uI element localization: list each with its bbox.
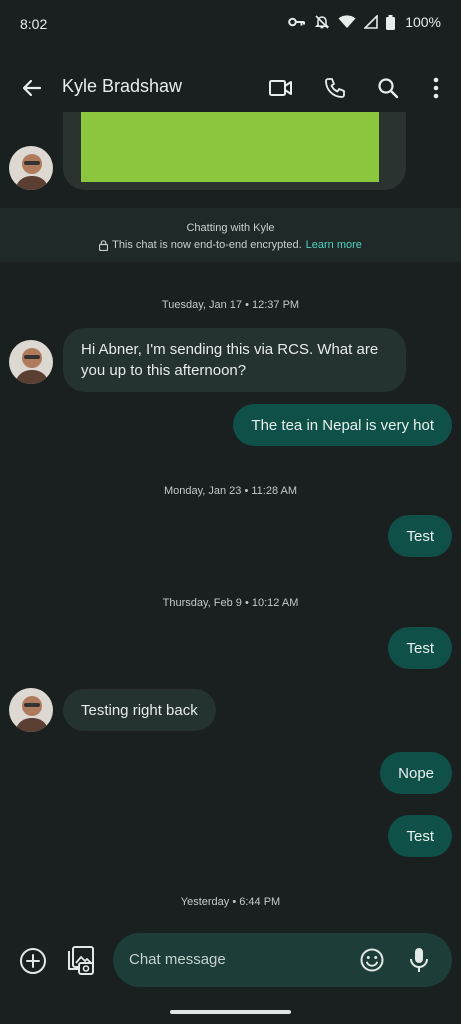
contact-photo [9, 688, 53, 732]
add-circle-icon [20, 948, 46, 974]
gesture-handle[interactable] [170, 1010, 291, 1014]
wifi-icon [338, 15, 356, 28]
status-time: 8:02 [20, 16, 48, 32]
voice-message-button[interactable] [406, 946, 432, 974]
gallery-icon [68, 946, 94, 975]
encryption-text: This chat is now end-to-end encrypted. [112, 239, 302, 251]
phone-button[interactable] [319, 72, 351, 104]
lock-icon [99, 239, 109, 251]
phone-icon [325, 78, 345, 98]
gallery-button[interactable] [64, 944, 96, 976]
chat-message-input[interactable]: Chat message [129, 951, 226, 968]
learn-more-link[interactable]: Learn more [306, 239, 362, 251]
conversation-title[interactable]: Kyle Bradshaw [62, 76, 182, 97]
add-attachment-button[interactable] [18, 946, 48, 976]
message-bubble-outgoing[interactable]: The tea in Nepal is very hot [233, 404, 452, 446]
emoji-icon [360, 948, 384, 972]
message-bubble-incoming[interactable]: Hi Abner, I'm sending this via RCS. What… [63, 328, 406, 392]
bell-off-icon [315, 15, 330, 29]
encryption-banner: Chatting with Kyle This chat is now end-… [0, 208, 461, 262]
image-attachment[interactable] [81, 112, 379, 182]
status-icons: 100% [288, 14, 441, 30]
back-arrow-icon [22, 79, 42, 97]
emoji-button[interactable] [359, 947, 385, 973]
contact-photo [9, 146, 53, 190]
status-bar: 8:02 100% [0, 0, 461, 48]
message-bubble-outgoing[interactable]: Test [388, 815, 452, 857]
avatar[interactable] [9, 688, 53, 732]
banner-subtitle: This chat is now end-to-end encrypted. L… [0, 239, 461, 251]
more-vert-icon [433, 77, 439, 99]
more-options-button[interactable] [420, 72, 452, 104]
app-bar: Kyle Bradshaw [0, 58, 461, 114]
signal-icon [364, 15, 378, 29]
message-bubble-outgoing[interactable]: Nope [380, 752, 452, 794]
search-button[interactable] [372, 72, 404, 104]
message-bubble-incoming[interactable]: Testing right back [63, 689, 216, 731]
timestamp: Tuesday, Jan 17 • 12:37 PM [161, 299, 300, 311]
timestamp: Thursday, Feb 9 • 10:12 AM [162, 597, 299, 609]
contact-photo [9, 340, 53, 384]
mic-icon [410, 948, 428, 972]
timestamp: Monday, Jan 23 • 11:28 AM [163, 485, 298, 497]
avatar[interactable] [9, 146, 53, 190]
message-bubble-outgoing[interactable]: Test [388, 515, 452, 557]
timestamp: Yesterday • 6:44 PM [180, 896, 281, 908]
video-call-icon [269, 80, 292, 96]
key-icon [288, 17, 306, 27]
back-button[interactable] [16, 72, 48, 104]
battery-percent: 100% [405, 14, 441, 30]
banner-title: Chatting with Kyle [186, 222, 275, 234]
message-composer[interactable]: Chat message [113, 933, 452, 987]
message-bubble-outgoing[interactable]: Test [388, 627, 452, 669]
search-icon [378, 78, 399, 99]
video-call-button[interactable] [265, 72, 297, 104]
avatar[interactable] [9, 340, 53, 384]
battery-icon [386, 14, 396, 30]
